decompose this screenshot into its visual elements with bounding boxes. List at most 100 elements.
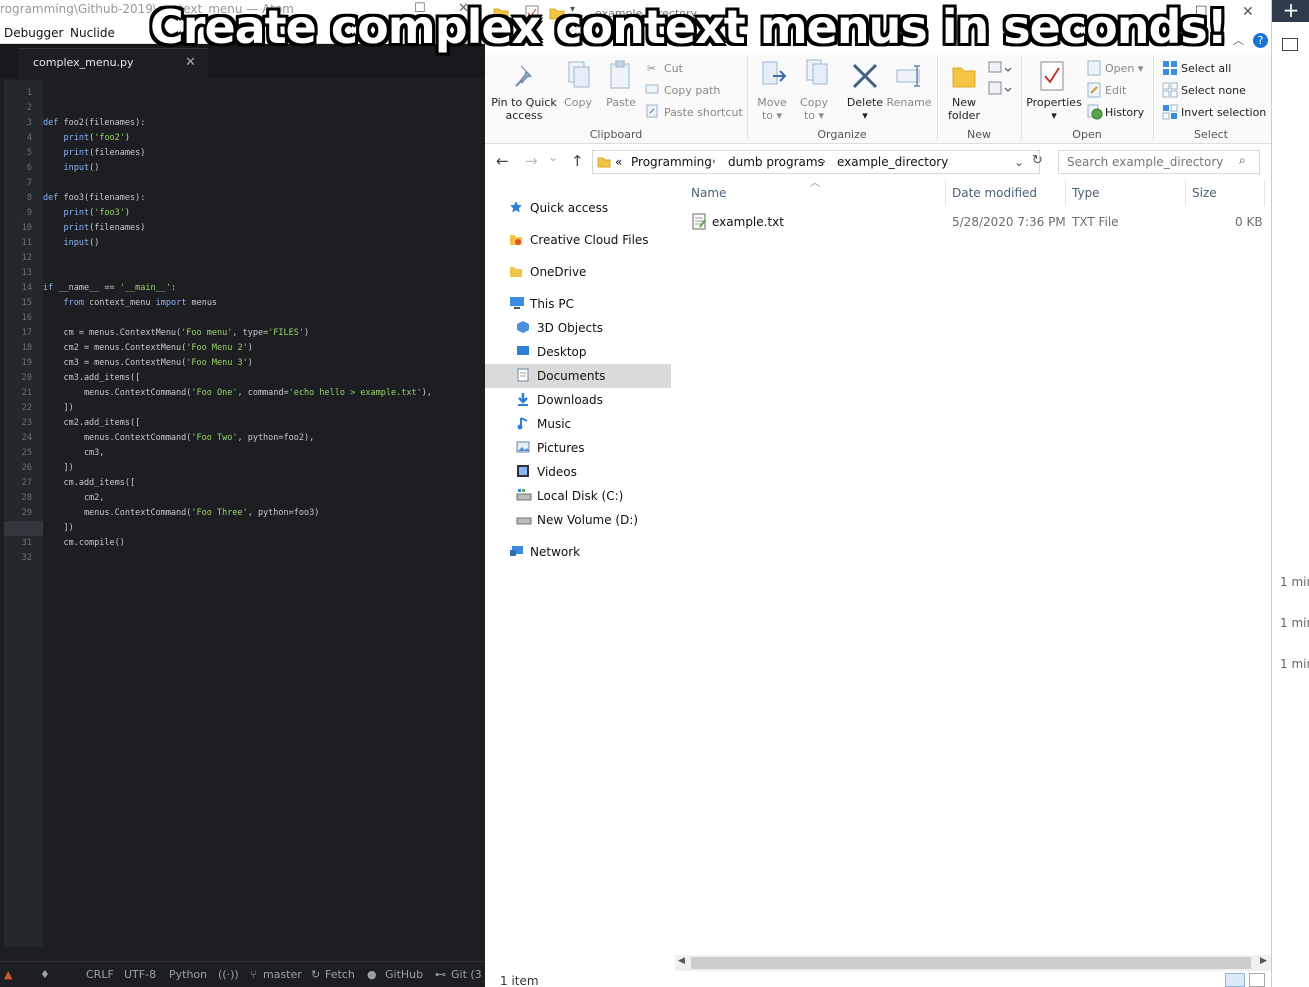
code-line[interactable]: menus.ContextCommand('Foo Two', python=f… xyxy=(43,431,314,446)
column-divider[interactable] xyxy=(1264,180,1265,206)
git-button[interactable]: Git (3 xyxy=(451,968,482,981)
collapse-ribbon-icon[interactable]: ︿ xyxy=(1233,32,1244,48)
nav-item-quick-access[interactable]: Quick access xyxy=(485,196,671,220)
grammar-indicator[interactable]: Python xyxy=(169,968,207,981)
column-header-date-modified[interactable]: Date modified xyxy=(952,186,1037,200)
breadcrumb-programming[interactable]: Programming xyxy=(631,155,712,169)
nav-item-music[interactable]: Music xyxy=(485,412,671,436)
panel-icon[interactable] xyxy=(1282,38,1298,51)
code-line[interactable]: menus.ContextCommand('Foo One', command=… xyxy=(43,386,432,401)
menu-debugger[interactable]: Debugger xyxy=(4,26,63,40)
file-name[interactable]: example.txt xyxy=(712,215,784,229)
code-line[interactable]: cm2, xyxy=(43,491,104,506)
nav-item-local-disk-c[interactable]: Local Disk (C:) xyxy=(485,484,671,508)
branch-indicator[interactable]: master xyxy=(263,968,302,981)
scroll-left-icon[interactable]: ◀ xyxy=(678,956,685,966)
code-line[interactable]: if __name__ == '__main__': xyxy=(43,281,176,296)
code-line[interactable]: cm2.add_items([ xyxy=(43,416,140,431)
fetch-button[interactable]: Fetch xyxy=(325,968,355,981)
new-folder-button[interactable]: New folder xyxy=(941,96,987,122)
delete-button[interactable]: Delete ▾ xyxy=(845,96,885,122)
back-arrow-icon[interactable]: ← xyxy=(496,152,509,170)
address-dropdown-icon[interactable]: ⌄ xyxy=(1014,155,1024,169)
close-icon[interactable]: ✕ xyxy=(1242,4,1254,20)
column-divider[interactable] xyxy=(1065,180,1066,206)
chevron-right-icon[interactable]: › xyxy=(712,157,716,167)
code-line[interactable]: def foo2(filenames): xyxy=(43,116,145,131)
search-input[interactable]: Search example_directory ⌕ xyxy=(1058,150,1260,174)
code-line[interactable]: cm.add_items([ xyxy=(43,476,135,491)
code-line[interactable]: print(filenames) xyxy=(43,221,145,236)
github-button[interactable]: GitHub xyxy=(385,968,423,981)
nav-item-desktop[interactable]: Desktop xyxy=(485,340,671,364)
code-line[interactable]: menus.ContextCommand('Foo Three', python… xyxy=(43,506,319,521)
code-line[interactable]: from context_menu import menus xyxy=(43,296,217,311)
recent-locations-icon[interactable]: ⌄ xyxy=(548,150,558,164)
code-line[interactable]: input() xyxy=(43,161,99,176)
breadcrumb-dumb-programs[interactable]: dumb programs xyxy=(728,155,824,169)
scrollbar-thumb[interactable] xyxy=(691,957,1251,969)
address-bar[interactable]: « Programming › dumb programs › example_… xyxy=(592,150,1040,174)
open-button[interactable]: Open ▾ xyxy=(1105,62,1143,75)
code-line[interactable]: cm = menus.ContextMenu('Foo menu', type=… xyxy=(43,326,309,341)
nuclide-icon[interactable]: ♦ xyxy=(40,968,50,981)
code-line[interactable]: cm3 = menus.ContextMenu('Foo Menu 3') xyxy=(43,356,252,371)
code-line[interactable]: cm.compile() xyxy=(43,536,124,551)
column-divider[interactable] xyxy=(1185,180,1186,206)
copy-to-button[interactable]: Copy to ▾ xyxy=(797,96,831,122)
encoding-indicator[interactable]: UTF-8 xyxy=(124,968,156,981)
up-arrow-icon[interactable]: ↑ xyxy=(571,152,584,170)
nav-item-onedrive[interactable]: OneDrive xyxy=(485,260,671,284)
nav-item-this-pc[interactable]: This PC xyxy=(485,292,671,316)
code-line[interactable]: ]) xyxy=(43,521,73,536)
help-icon[interactable]: ? xyxy=(1253,33,1268,48)
code-line[interactable]: cm2 = menus.ContextMenu('Foo Menu 2') xyxy=(43,341,252,356)
rename-button[interactable]: Rename xyxy=(885,96,933,109)
paste-shortcut-button[interactable]: Paste shortcut xyxy=(664,106,743,119)
nav-item-downloads[interactable]: Downloads xyxy=(485,388,671,412)
nav-item-documents[interactable]: Documents xyxy=(485,364,671,388)
code-line[interactable]: print('foo2') xyxy=(43,131,130,146)
pin-quick-access-button[interactable]: Pin to Quick access xyxy=(491,96,557,122)
code-line[interactable]: cm3, xyxy=(43,446,104,461)
history-button[interactable]: History xyxy=(1105,106,1144,119)
column-header-name[interactable]: Name xyxy=(691,186,726,200)
nav-item-network[interactable]: Network xyxy=(485,540,671,564)
refresh-icon[interactable]: ↻ xyxy=(1032,153,1043,168)
column-header-type[interactable]: Type xyxy=(1072,186,1100,200)
broadcast-icon[interactable]: ((·)) xyxy=(218,968,239,981)
nav-item-videos[interactable]: Videos xyxy=(485,460,671,484)
nav-item-3d-objects[interactable]: 3D Objects xyxy=(485,316,671,340)
copy-path-button[interactable]: Copy path xyxy=(664,84,720,97)
chevron-right-icon[interactable]: › xyxy=(822,157,826,167)
breadcrumb-example-directory[interactable]: example_directory xyxy=(837,155,948,169)
search-icon[interactable]: ⌕ xyxy=(1239,153,1246,168)
column-header-size[interactable]: Size xyxy=(1192,186,1217,200)
paste-button[interactable]: Paste xyxy=(603,96,639,109)
code-line[interactable]: print('foo3') xyxy=(43,206,130,221)
add-icon[interactable]: + xyxy=(1272,0,1309,22)
edit-button[interactable]: Edit xyxy=(1105,84,1126,97)
copy-button[interactable]: Copy xyxy=(561,96,595,109)
code-line[interactable]: def foo3(filenames): xyxy=(43,191,145,206)
menu-nuclide[interactable]: Nuclide xyxy=(70,26,115,40)
properties-button[interactable]: Properties ▾ xyxy=(1025,96,1083,122)
nav-item-pictures[interactable]: Pictures xyxy=(485,436,671,460)
nav-item-creative-cloud-files[interactable]: Creative Cloud Files xyxy=(485,228,671,252)
code-line[interactable]: print(filenames) xyxy=(43,146,145,161)
forward-arrow-icon[interactable]: → xyxy=(525,152,538,170)
bug-icon[interactable]: ▲ xyxy=(4,968,12,981)
code-line[interactable]: ]) xyxy=(43,401,73,416)
nav-item-new-volume-d[interactable]: New Volume (D:) xyxy=(485,508,671,532)
cut-button[interactable]: Cut xyxy=(664,62,683,75)
code-line[interactable]: cm3.add_items([ xyxy=(43,371,140,386)
large-icons-view-icon[interactable] xyxy=(1249,973,1265,987)
breadcrumb-overflow-icon[interactable]: « xyxy=(615,155,622,169)
invert-selection-button[interactable]: Invert selection xyxy=(1181,106,1266,119)
select-none-button[interactable]: Select none xyxy=(1181,84,1246,97)
table-row[interactable]: example.txt 5/28/2020 7:36 PM TXT File 0… xyxy=(675,212,1265,232)
code-line[interactable]: ]) xyxy=(43,461,73,476)
code-line[interactable]: input() xyxy=(43,236,99,251)
select-all-button[interactable]: Select all xyxy=(1181,62,1231,75)
line-ending-indicator[interactable]: CRLF xyxy=(86,968,114,981)
